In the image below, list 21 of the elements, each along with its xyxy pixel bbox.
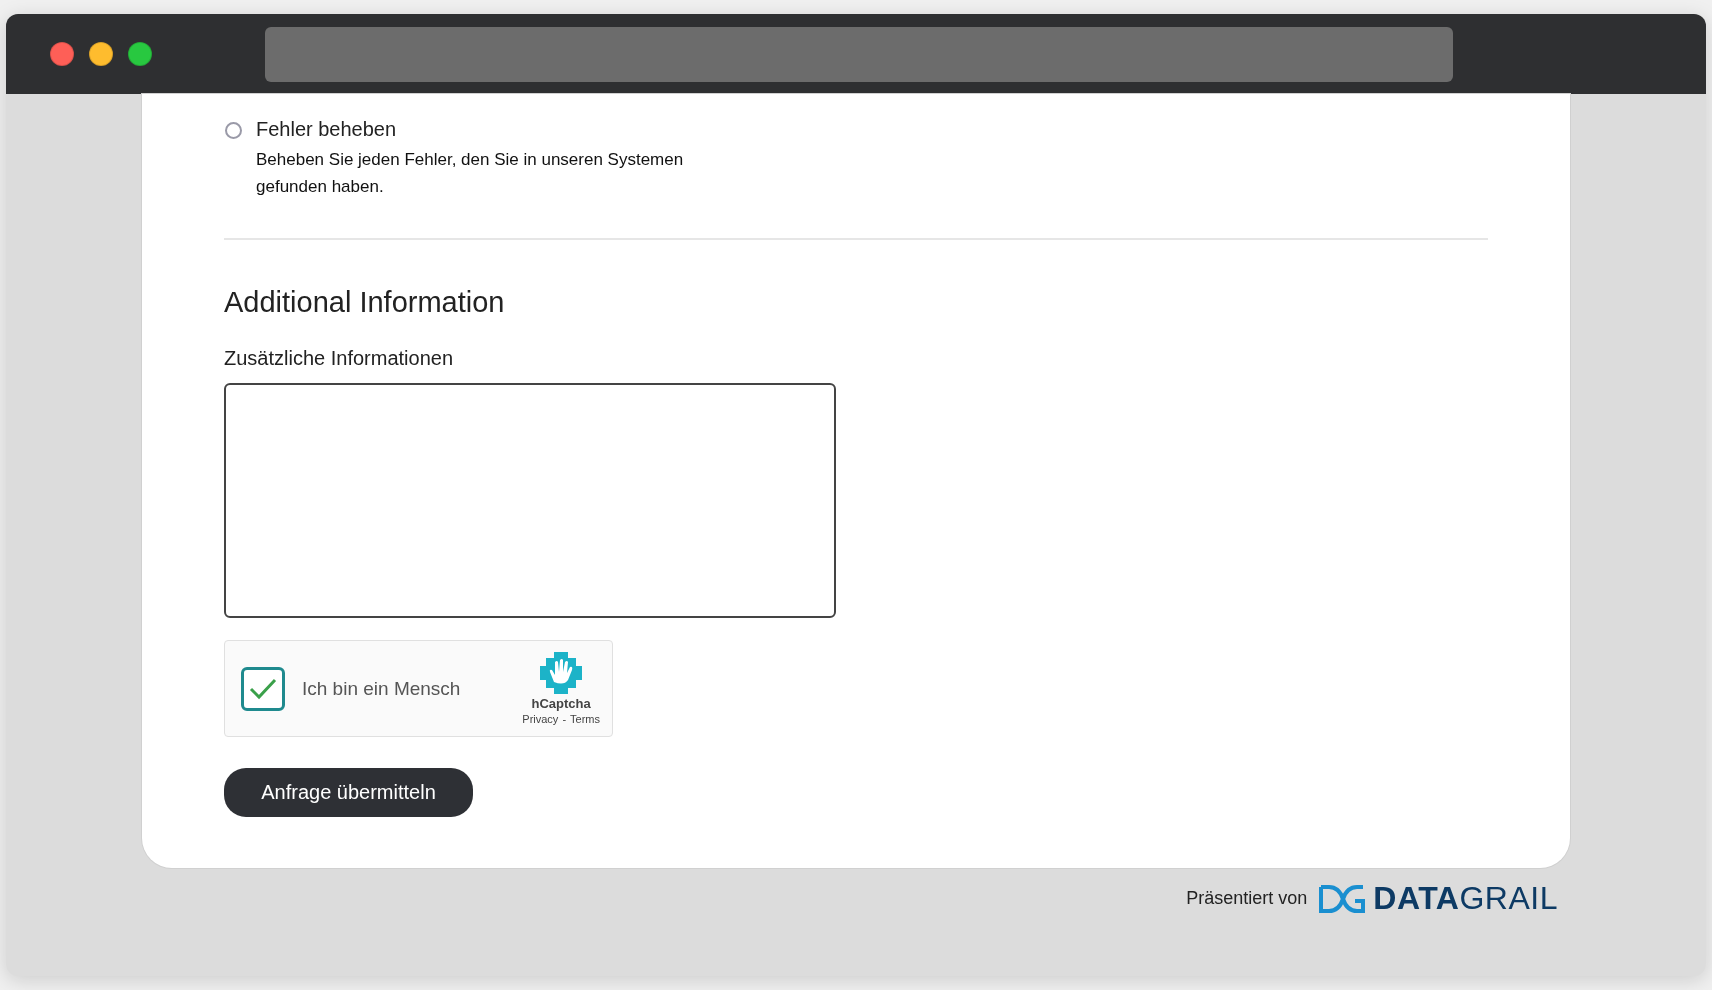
logo-wordmark: DATAGRAIL xyxy=(1373,880,1558,917)
radio-label: Fehler beheben xyxy=(256,118,398,141)
checkbox[interactable] xyxy=(241,666,285,711)
captcha-link[interactable]: Terms xyxy=(570,713,600,725)
close-button[interactable] xyxy=(50,42,74,66)
captcha-link[interactable]: Privacy xyxy=(522,713,559,725)
submit-button[interactable]: Anfrage übermitteln xyxy=(224,768,473,817)
captcha-brand: hCaptcha xyxy=(531,696,591,711)
field-label: Zusätzliche Informationen xyxy=(224,347,454,370)
logo-icon xyxy=(1319,884,1366,913)
radio-button[interactable] xyxy=(225,122,242,139)
minimize-button[interactable] xyxy=(89,42,113,66)
footer-text: Präsentiert von xyxy=(1186,888,1308,909)
captcha-label: Ich bin ein Mensch xyxy=(302,677,462,700)
link-separator: - xyxy=(562,713,567,725)
section-heading: Additional Information xyxy=(224,286,506,319)
hand-logo-icon xyxy=(540,652,583,694)
radio-description: Beheben Sie jeden Fehler, den Sie in unseren Systemen gefunden haben. xyxy=(256,149,685,198)
zoom-button[interactable] xyxy=(128,42,152,66)
checkmark-icon xyxy=(248,676,278,701)
input-field[interactable] xyxy=(224,383,836,618)
